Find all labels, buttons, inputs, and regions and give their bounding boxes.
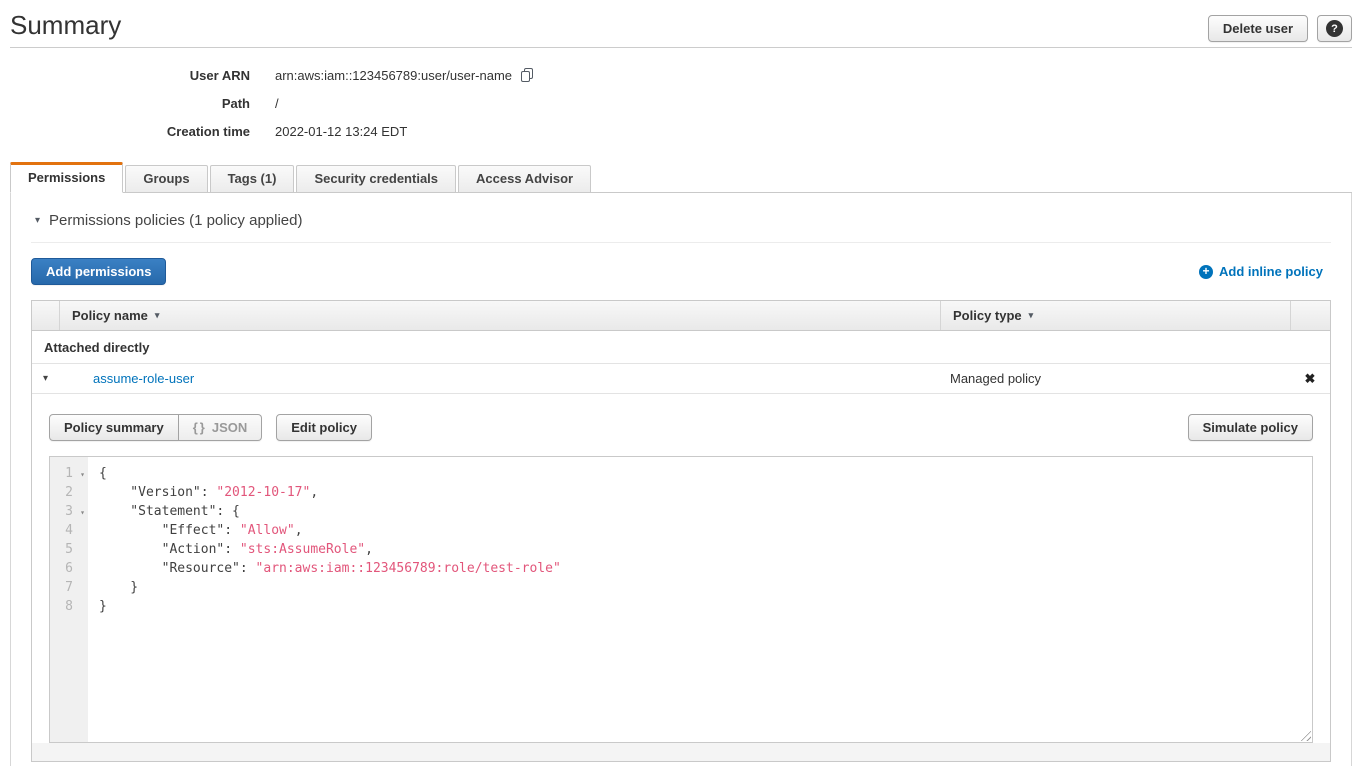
sort-caret-icon: ▾ [155, 310, 160, 321]
row-expander[interactable]: ▾ [32, 373, 59, 384]
sort-caret-icon: ▾ [1029, 310, 1034, 321]
permissions-tab-panel: ▾ Permissions policies (1 policy applied… [10, 193, 1352, 766]
attached-directly-group-row: Attached directly [32, 331, 1330, 364]
policy-name-column-header[interactable]: Policy name ▾ [59, 301, 940, 330]
collapse-caret-icon: ▾ [35, 215, 40, 226]
expander-caret-icon: ▾ [43, 373, 48, 384]
code-line-3: "Statement": { [99, 502, 561, 521]
fold-caret-icon[interactable]: ▾ [80, 465, 85, 484]
policies-table-header: Policy name ▾ Policy type ▾ [32, 301, 1330, 331]
detail-row: User ARN arn:aws:iam::123456789:user/user… [0, 61, 1362, 89]
page-title: Summary [10, 9, 121, 41]
section-title: Permissions policies (1 policy applied) [49, 212, 302, 229]
code-line-7: } [99, 578, 561, 597]
permissions-policies-section-header[interactable]: ▾ Permissions policies (1 policy applied… [31, 209, 1331, 243]
gutter-line-1: 1▾ [50, 464, 88, 483]
policy-table-row: ▾ assume-role-user Managed policy ✖ [32, 364, 1330, 394]
gutter-line-2: 2 [50, 483, 88, 502]
group-row-label: Attached directly [44, 340, 149, 355]
gutter-line-7: 7 [50, 578, 88, 597]
detail-value: 2022-01-12 13:24 EDT [275, 124, 407, 139]
code-line-4: "Effect": "Allow", [99, 521, 561, 540]
user-details: User ARN arn:aws:iam::123456789:user/user… [0, 61, 1362, 145]
detail-label: Creation time [0, 124, 250, 139]
expander-column-header [32, 301, 59, 330]
tab-bar: PermissionsGroupsTags (1)Security creden… [10, 162, 1352, 193]
code-line-5: "Action": "sts:AssumeRole", [99, 540, 561, 559]
code-line-6: "Resource": "arn:aws:iam::123456789:role… [99, 559, 561, 578]
add-inline-policy-label: Add inline policy [1219, 264, 1323, 279]
gutter-line-4: 4 [50, 521, 88, 540]
tab-tags-1[interactable]: Tags (1) [210, 165, 295, 193]
policy-json-editor[interactable]: 1▾23▾45678 { "Version": "2012-10-17", "S… [49, 456, 1313, 743]
edit-policy-button[interactable]: Edit policy [276, 414, 372, 441]
header-divider [10, 47, 1352, 48]
tab-groups[interactable]: Groups [125, 165, 207, 193]
detail-row: Path / [0, 89, 1362, 117]
expanded-policy-view: Policy summary {} JSON Edit policy Simul… [32, 394, 1330, 761]
editor-gutter: 1▾23▾45678 [50, 457, 88, 742]
policy-toolbar: Add permissions + Add inline policy [31, 258, 1331, 285]
delete-user-button[interactable]: Delete user [1208, 15, 1308, 42]
expanded-view-footer-strip [32, 743, 1330, 761]
policy-name-link[interactable]: assume-role-user [93, 371, 194, 386]
editor-resize-handle[interactable] [1298, 728, 1311, 741]
policies-table: Policy name ▾ Policy type ▾ Attached dir… [31, 300, 1331, 762]
detail-value: / [275, 96, 279, 111]
braces-icon: {} [193, 420, 207, 435]
add-inline-policy-link[interactable]: + Add inline policy [1199, 264, 1323, 279]
policy-name-cell: assume-role-user [59, 371, 940, 386]
code-line-8: } [99, 597, 561, 616]
tab-security-credentials[interactable]: Security credentials [296, 165, 456, 193]
tab-permissions[interactable]: Permissions [10, 162, 123, 193]
header-buttons: Delete user ? [1208, 15, 1352, 42]
policy-view-buttons: Policy summary {} JSON Edit policy Simul… [49, 414, 1313, 441]
code-line-1: { [99, 464, 561, 483]
detail-row: Creation time 2022-01-12 13:24 EDT [0, 117, 1362, 145]
copy-icon[interactable] [520, 68, 534, 83]
editor-code: { "Version": "2012-10-17", "Statement": … [88, 457, 561, 742]
fold-caret-icon[interactable]: ▾ [80, 503, 85, 522]
gutter-line-3: 3▾ [50, 502, 88, 521]
tab-access-advisor[interactable]: Access Advisor [458, 165, 591, 193]
remove-policy-x-icon[interactable]: ✖ [1305, 371, 1316, 386]
detail-label: Path [0, 96, 250, 111]
question-mark-icon: ? [1326, 20, 1343, 37]
policy-type-column-header[interactable]: Policy type ▾ [940, 301, 1290, 330]
add-permissions-button[interactable]: Add permissions [31, 258, 166, 285]
policy-summary-button[interactable]: Policy summary [49, 414, 179, 441]
detail-value: arn:aws:iam::123456789:user/user-name [275, 68, 512, 83]
policy-name-header-label: Policy name [72, 308, 148, 323]
plus-circle-icon: + [1199, 265, 1213, 279]
help-button[interactable]: ? [1317, 15, 1352, 42]
gutter-line-6: 6 [50, 559, 88, 578]
policy-type-cell: Managed policy [940, 371, 1290, 386]
action-column-header [1290, 301, 1330, 330]
json-view-button[interactable]: {} JSON [179, 414, 263, 441]
policy-action-cell: ✖ [1290, 371, 1330, 387]
gutter-line-5: 5 [50, 540, 88, 559]
json-button-label: JSON [212, 420, 247, 435]
simulate-policy-button[interactable]: Simulate policy [1188, 414, 1313, 441]
code-line-2: "Version": "2012-10-17", [99, 483, 561, 502]
detail-label: User ARN [0, 68, 250, 83]
gutter-line-8: 8 [50, 597, 88, 616]
page-header: Summary Delete user ? [0, 0, 1362, 47]
policy-type-header-label: Policy type [953, 308, 1022, 323]
